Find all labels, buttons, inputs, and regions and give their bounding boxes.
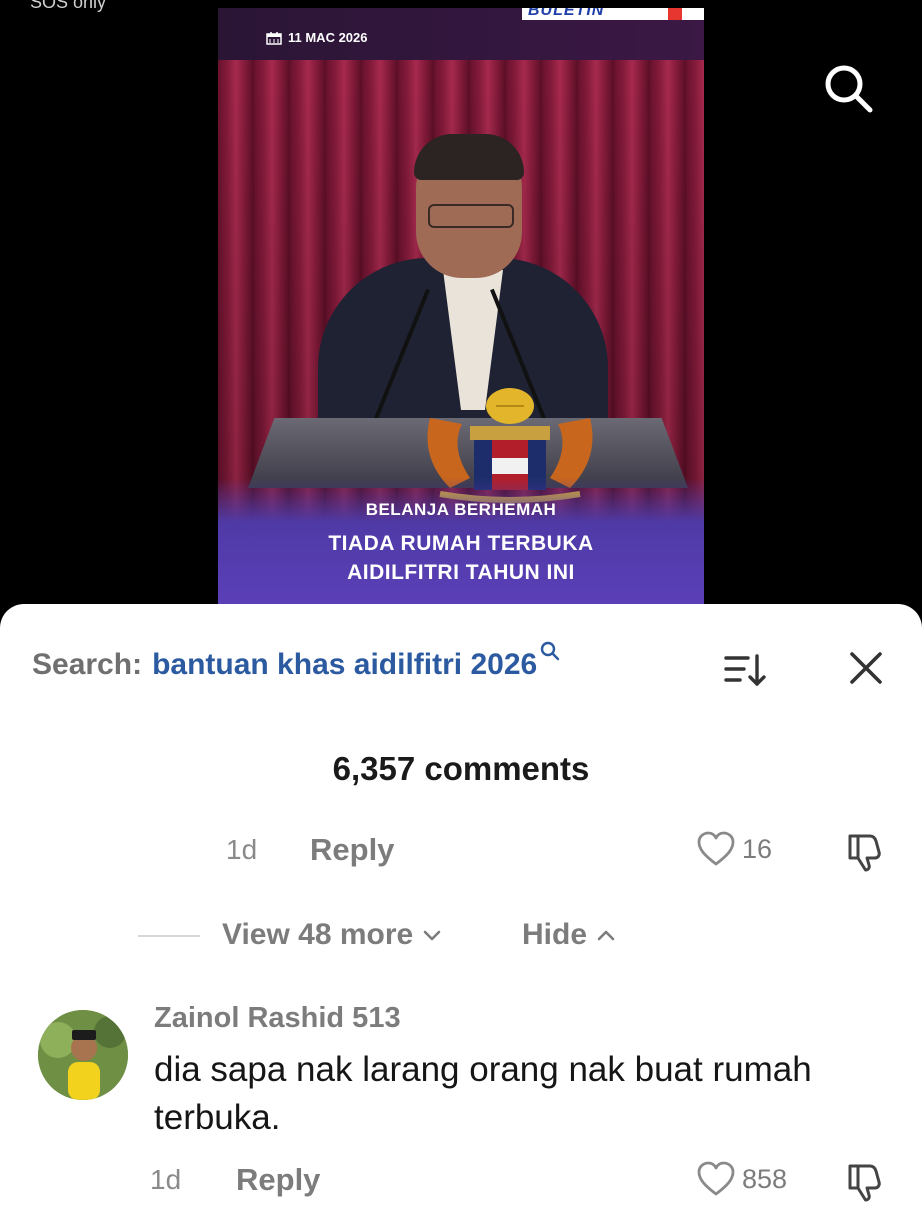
sort-comments-button[interactable] <box>722 650 768 690</box>
like-button[interactable]: 16 <box>696 830 772 868</box>
comment-meta-row: 1d Reply 16 <box>0 830 922 874</box>
video-caption-heading: BELANJA BERHEMAH <box>365 500 557 519</box>
view-more-replies-button[interactable]: View 48 more <box>222 918 443 952</box>
reply-button[interactable]: Reply <box>236 1162 320 1198</box>
search-button[interactable] <box>818 58 878 118</box>
video-date: 11 MAC 2026 <box>288 30 368 45</box>
like-button[interactable]: 858 <box>696 1160 787 1198</box>
thumbs-down-icon <box>848 1164 881 1202</box>
sort-icon <box>724 654 766 686</box>
chevron-down-icon <box>423 930 441 941</box>
reply-button[interactable]: Reply <box>310 832 394 868</box>
heart-icon <box>697 1161 735 1196</box>
search-icon <box>825 65 873 113</box>
dislike-button[interactable] <box>842 830 886 874</box>
dislike-button[interactable] <box>842 1160 886 1204</box>
video-player[interactable]: 11 MAC 2026 BULETIN BELANJA BERHEMAH TIA… <box>218 8 704 606</box>
comment-timestamp: 1d <box>150 1164 182 1195</box>
comments-count: 6,357 comments <box>332 750 590 787</box>
status-bar-text: SOS only <box>30 0 107 12</box>
close-comments-button[interactable] <box>846 648 886 688</box>
thread-divider <box>138 935 200 937</box>
hide-replies-button[interactable]: Hide <box>522 918 617 952</box>
hide-label: Hide <box>522 918 588 951</box>
thumbs-down-icon <box>848 834 881 872</box>
video-date-chip: 11 MAC 2026 <box>266 30 368 45</box>
like-count: 858 <box>742 1163 788 1194</box>
avatar[interactable] <box>38 1010 128 1100</box>
heart-icon <box>697 831 735 866</box>
like-count: 16 <box>742 833 773 864</box>
video-caption-line-1: TIADA RUMAH TERBUKA <box>328 532 594 555</box>
chevron-up-icon <box>597 930 615 941</box>
avatar-image <box>38 1010 128 1100</box>
video-caption-line-2: AIDILFITRI TAHUN INI <box>347 561 575 584</box>
comment-text: dia sapa nak larang orang nak buat rumah… <box>154 1050 812 1137</box>
close-icon <box>850 652 882 684</box>
comment-username[interactable]: Zainol Rashid 513 <box>154 1002 401 1035</box>
search-suggestion-link[interactable]: bantuan khas aidilfitri 2026 <box>152 648 537 682</box>
news-brand-tag: BULETIN <box>522 8 704 20</box>
comment-timestamp: 1d <box>226 834 258 865</box>
comment-search-suggestion[interactable]: Search: bantuan khas aidilfitri 2026 <box>32 641 561 682</box>
speaker-hair <box>414 134 524 180</box>
view-more-label: View 48 more <box>222 918 414 951</box>
news-brand-label: BULETIN <box>528 8 605 19</box>
speaker-glasses <box>428 204 514 228</box>
comments-sheet: Search: bantuan khas aidilfitri 2026 6,3… <box>0 604 922 1224</box>
search-prefix-label: Search: <box>32 648 143 681</box>
search-small-icon <box>540 641 560 661</box>
calendar-icon <box>266 31 282 45</box>
comment-meta-row: 1d Reply 858 <box>0 1160 922 1204</box>
